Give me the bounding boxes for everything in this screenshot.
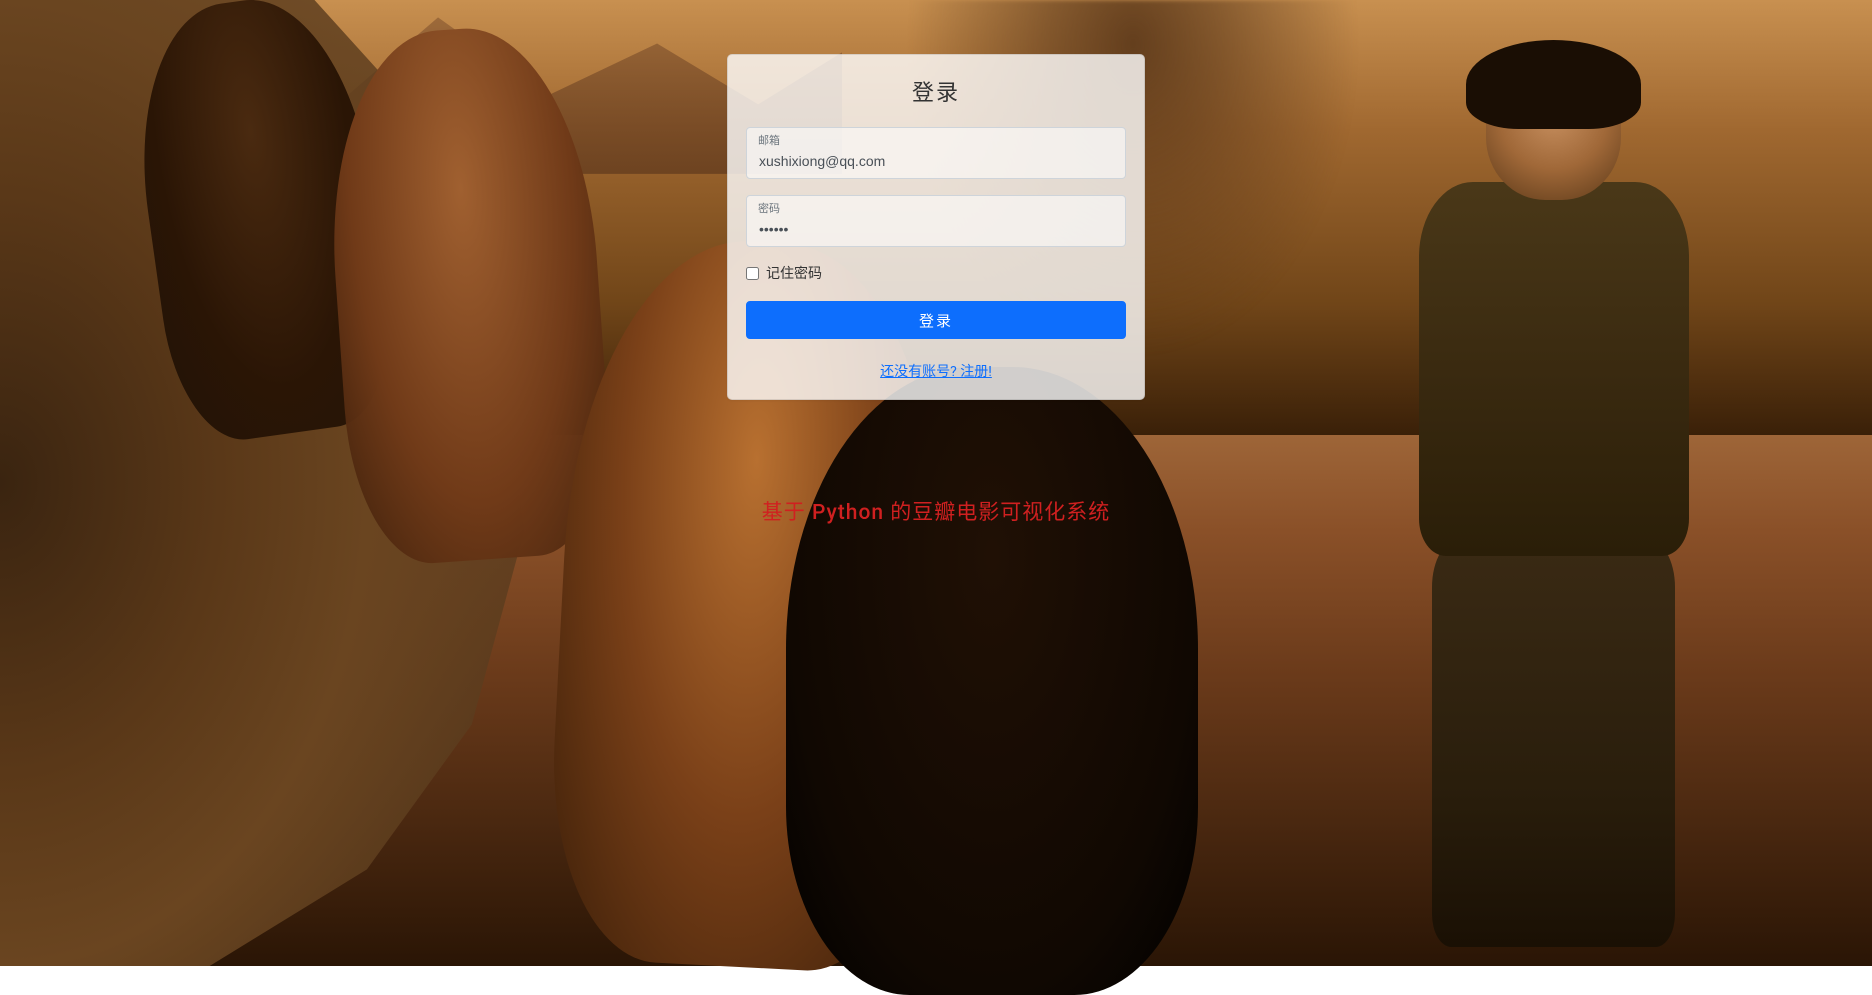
system-title: 基于 Python 的豆瓣电影可视化系统: [762, 496, 1111, 526]
remember-label[interactable]: 记住密码: [766, 263, 822, 283]
remember-row: 记住密码: [746, 263, 1126, 283]
email-field[interactable]: [746, 127, 1126, 179]
email-group: 邮箱: [746, 127, 1126, 179]
login-card: 登录 邮箱 密码 记住密码 登录 还没有账号? 注册!: [727, 54, 1145, 400]
password-group: 密码: [746, 195, 1126, 247]
register-link[interactable]: 还没有账号? 注册!: [746, 361, 1126, 381]
remember-checkbox[interactable]: [746, 267, 759, 280]
login-title: 登录: [746, 75, 1126, 107]
login-button[interactable]: 登录: [746, 301, 1126, 339]
password-field[interactable]: [746, 195, 1126, 247]
